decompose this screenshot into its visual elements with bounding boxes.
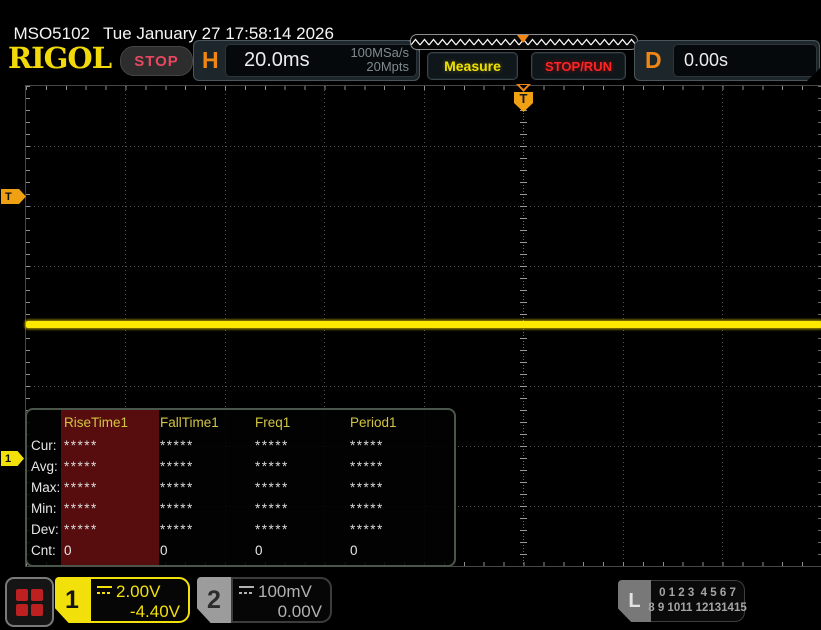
delay-inner: 0.00s — [673, 44, 817, 77]
run-state-badge: STOP — [120, 46, 193, 76]
measure-cell: ***** — [64, 501, 98, 516]
grid-line — [26, 146, 821, 147]
measure-cell — [27, 410, 64, 435]
digital-channels: 0 1 2 3 4 5 6 7 8 9 1011 12131415 — [648, 580, 747, 622]
measure-button[interactable]: Measure — [427, 52, 518, 80]
channel1-ground-marker[interactable]: 1 — [1, 451, 24, 466]
trigger-position-arrow-icon — [516, 84, 531, 92]
trigger-position-marker[interactable]: T — [514, 84, 533, 114]
delay-box[interactable]: D 0.00s — [634, 40, 820, 81]
measure-cell: ***** — [64, 522, 98, 537]
measure-cell: ***** — [255, 438, 289, 453]
horizontal-timebase-box[interactable]: H 20.0ms 100MSa/s 20Mpts — [193, 40, 420, 81]
measure-cell: ***** — [160, 459, 194, 474]
measure-cell: ***** — [255, 480, 289, 495]
titlebar: MSO5102 Tue January 27 17:58:14 2026 — [4, 4, 333, 44]
timebase-inner: 20.0ms 100MSa/s 20Mpts — [225, 44, 417, 77]
menu-button[interactable] — [5, 577, 54, 627]
grid-menu-icon — [16, 588, 43, 616]
channel1-offset: -4.40V — [129, 602, 180, 621]
measure-row-label: Dev: — [31, 522, 59, 537]
memory-depth: 20Mpts — [366, 59, 409, 74]
measure-cell: 0 — [350, 543, 358, 558]
channel1-number-tab[interactable]: 1 — [55, 577, 89, 623]
measure-cell: ***** — [350, 522, 384, 537]
measure-cell: ***** — [350, 438, 384, 453]
acquisition-info: 100MSa/s 20Mpts — [350, 46, 409, 74]
measure-col-header: Period1 — [350, 415, 397, 430]
measure-cell: 0 — [64, 543, 72, 558]
trigger-t-icon: T — [514, 92, 533, 112]
channel2-values: 100mV 0.00V — [231, 577, 332, 623]
channel1-scale: 2.00V — [116, 582, 161, 601]
measure-cell: ***** — [350, 480, 384, 495]
measure-cell: 0 — [255, 543, 263, 558]
stop-run-button[interactable]: STOP/RUN — [531, 52, 626, 80]
grid-line — [26, 206, 821, 207]
measure-row-label: Cnt: — [31, 543, 56, 558]
measure-cell: ***** — [64, 480, 98, 495]
memory-trigger-position-icon[interactable] — [517, 35, 529, 43]
grid-line — [26, 386, 821, 387]
measure-col-header: RiseTime1 — [64, 415, 129, 430]
digital-channels-row1: 0 1 2 3 4 5 6 7 — [659, 587, 736, 599]
measure-cell: ***** — [255, 459, 289, 474]
channel1-widget[interactable]: 1 2.00V -4.40V — [55, 577, 190, 623]
measure-row-label: Avg: — [31, 459, 58, 474]
logic-analyzer-tab[interactable]: L — [618, 580, 651, 622]
measurement-grid: RiseTime1 FallTime1 Freq1 Period1 Cur: *… — [27, 410, 454, 565]
channel2-offset: 0.00V — [277, 602, 322, 621]
channel2-widget[interactable]: 2 100mV 0.00V — [197, 577, 332, 623]
measure-col-header: Freq1 — [255, 415, 291, 430]
measure-row-label: Max: — [31, 480, 61, 495]
measure-cell: ***** — [160, 501, 194, 516]
measure-cell: ***** — [350, 459, 384, 474]
measure-cell: ***** — [255, 501, 289, 516]
measure-row-label: Min: — [31, 501, 57, 516]
measure-cell: ***** — [160, 438, 194, 453]
sample-rate: 100MSa/s — [350, 45, 409, 60]
channel1-values: 2.00V -4.40V — [89, 577, 190, 623]
measurement-panel: RiseTime1 FallTime1 Freq1 Period1 Cur: *… — [25, 408, 456, 567]
measure-col-header: FallTime1 — [160, 415, 219, 430]
measure-cell: ***** — [160, 522, 194, 537]
rigol-logo: RIGOL — [8, 41, 112, 75]
measure-cell: ***** — [64, 438, 98, 453]
timebase-value: 20.0ms — [244, 49, 310, 71]
logic-analyzer-widget[interactable]: L 0 1 2 3 4 5 6 7 8 9 1011 12131415 — [618, 580, 747, 622]
horizontal-label: H — [202, 47, 219, 73]
measure-row-label: Cur: — [31, 438, 57, 453]
measure-cell: ***** — [255, 522, 289, 537]
dc-coupling-icon — [97, 586, 112, 596]
measure-cell: ***** — [350, 501, 384, 516]
trigger-level-marker[interactable]: T — [1, 189, 26, 204]
channel2-number-tab[interactable]: 2 — [197, 577, 231, 623]
measure-cell: 0 — [160, 543, 168, 558]
measure-cell: ***** — [160, 480, 194, 495]
measure-cell: ***** — [64, 459, 98, 474]
delay-value: 0.00s — [684, 50, 729, 70]
delay-label: D — [645, 47, 662, 73]
graticule-ticks-top — [26, 86, 821, 90]
dc-coupling-icon — [239, 586, 254, 596]
channel1-trace — [26, 321, 821, 328]
grid-line — [26, 266, 821, 267]
channel2-scale: 100mV — [258, 582, 312, 601]
digital-channels-row2: 8 9 1011 12131415 — [648, 602, 747, 614]
